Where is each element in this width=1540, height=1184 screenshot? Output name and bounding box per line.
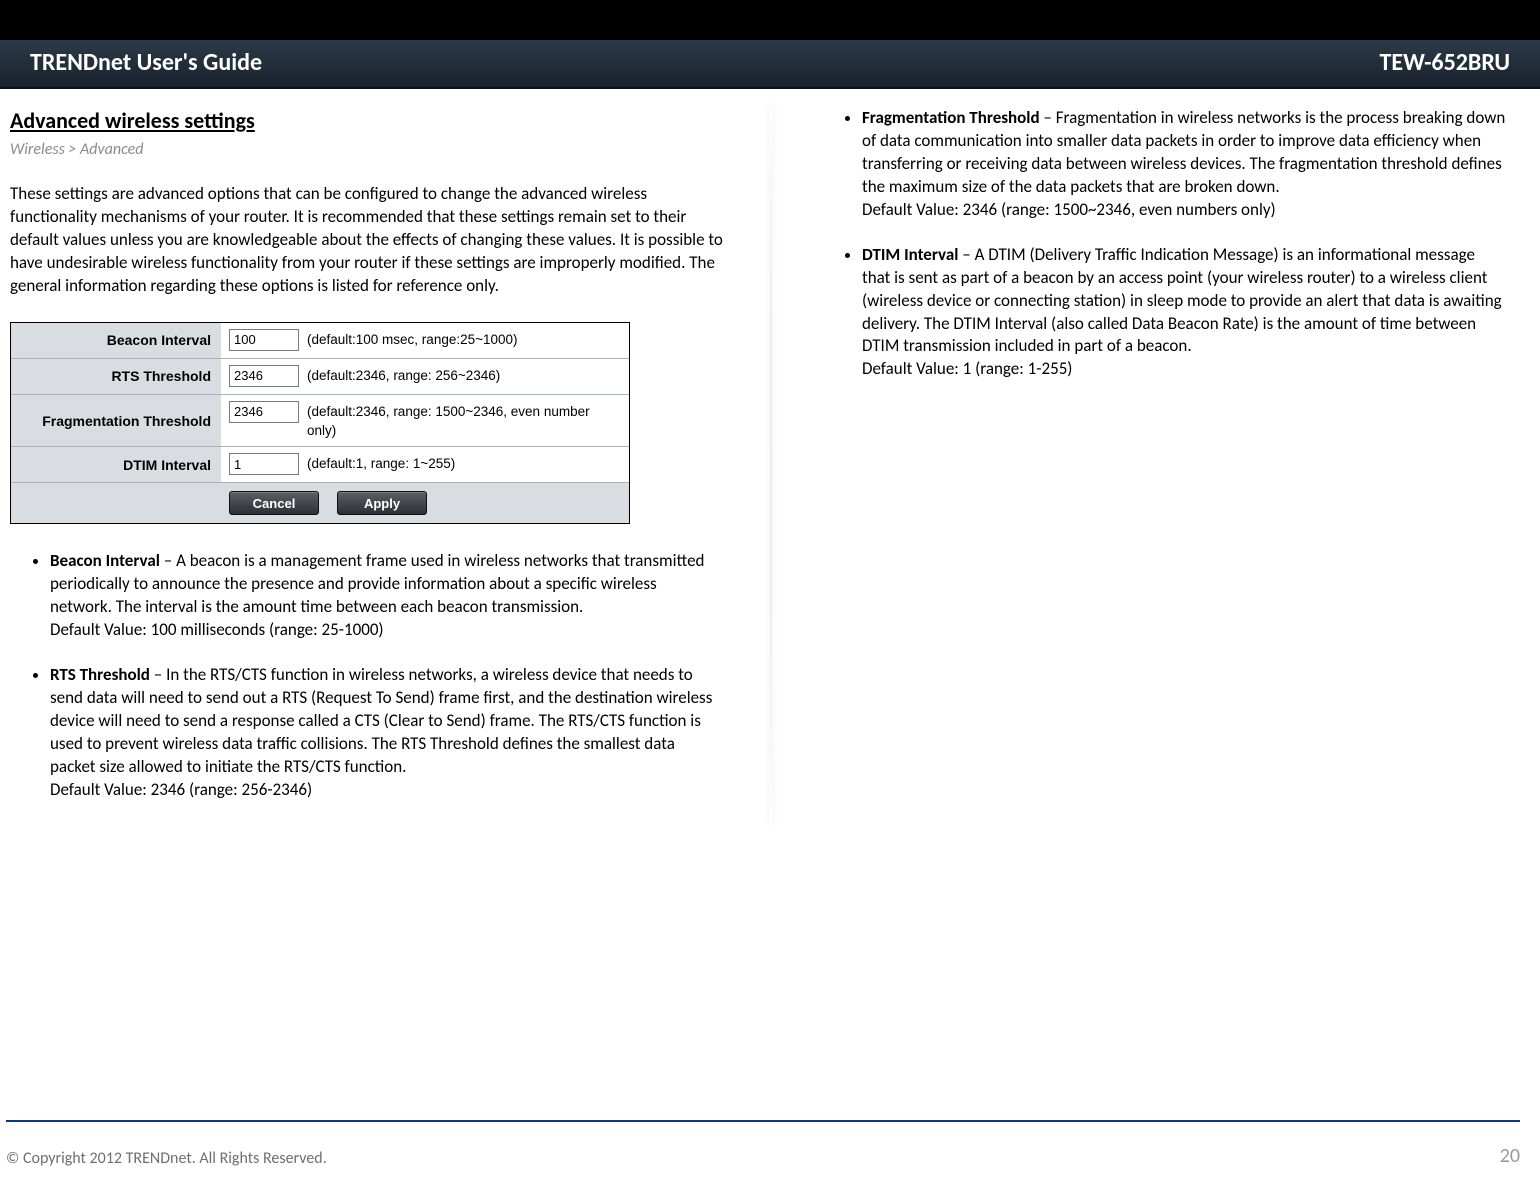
label-dtim-interval: DTIM Interval xyxy=(11,447,221,482)
hint-dtim-interval: (default:1, range: 1~255) xyxy=(307,453,455,474)
default-dtim-interval: Default Value: 1 (range: 1-255) xyxy=(862,358,1506,381)
row-fragmentation-threshold: Fragmentation Threshold (default:2346, r… xyxy=(11,395,629,448)
settings-panel: Beacon Interval (default:100 msec, range… xyxy=(10,322,630,525)
term-dtim-interval: DTIM Interval xyxy=(862,244,958,265)
input-fragmentation-threshold[interactable] xyxy=(229,401,299,423)
cancel-button[interactable]: Cancel xyxy=(229,491,319,515)
left-bullets: Beacon Interval – A beacon is a manageme… xyxy=(10,550,726,801)
bullet-beacon-interval: Beacon Interval – A beacon is a manageme… xyxy=(50,550,726,642)
label-beacon-interval: Beacon Interval xyxy=(11,323,221,358)
copyright: © Copyright 2012 TRENDnet. All Rights Re… xyxy=(6,1149,327,1168)
term-beacon-interval: Beacon Interval xyxy=(50,550,160,571)
input-beacon-interval[interactable] xyxy=(229,329,299,351)
text-dtim-interval: – A DTIM (Delivery Traffic Indication Me… xyxy=(862,244,1502,357)
doc-header: TRENDnet User's Guide TEW-652BRU xyxy=(0,40,1540,89)
apply-button[interactable]: Apply xyxy=(337,491,427,515)
hint-rts-threshold: (default:2346, range: 256~2346) xyxy=(307,365,500,386)
hint-fragmentation-threshold: (default:2346, range: 1500~2346, even nu… xyxy=(307,401,621,441)
text-rts-threshold: – In the RTS/CTS function in wireless ne… xyxy=(50,664,712,777)
intro-paragraph: These settings are advanced options that… xyxy=(10,183,726,298)
term-rts-threshold: RTS Threshold xyxy=(50,664,150,685)
doc-model: TEW-652BRU xyxy=(1380,48,1511,77)
default-beacon-interval: Default Value: 100 milliseconds (range: … xyxy=(50,619,722,642)
page-number: 20 xyxy=(1500,1144,1520,1168)
right-bullets: Fragmentation Threshold – Fragmentation … xyxy=(822,107,1510,381)
label-rts-threshold: RTS Threshold xyxy=(11,359,221,394)
section-title: Advanced wireless settings xyxy=(10,107,726,134)
default-fragmentation-threshold: Default Value: 2346 (range: 1500~2346, e… xyxy=(862,199,1506,222)
doc-title: TRENDnet User's Guide xyxy=(30,48,262,77)
row-beacon-interval: Beacon Interval (default:100 msec, range… xyxy=(11,323,629,359)
bullet-dtim-interval: DTIM Interval – A DTIM (Delivery Traffic… xyxy=(862,244,1510,382)
input-dtim-interval[interactable] xyxy=(229,453,299,475)
row-dtim-interval: DTIM Interval (default:1, range: 1~255) xyxy=(11,447,629,483)
default-rts-threshold: Default Value: 2346 (range: 256-2346) xyxy=(50,779,722,802)
window-top-border xyxy=(0,0,1540,40)
footer-rule xyxy=(6,1120,1520,1122)
bullet-rts-threshold: RTS Threshold – In the RTS/CTS function … xyxy=(50,664,726,802)
left-column: Advanced wireless settings Wireless > Ad… xyxy=(4,107,762,824)
label-fragmentation-threshold: Fragmentation Threshold xyxy=(11,395,221,447)
right-column: Fragmentation Threshold – Fragmentation … xyxy=(762,107,1520,824)
bullet-fragmentation-threshold: Fragmentation Threshold – Fragmentation … xyxy=(862,107,1510,222)
hint-beacon-interval: (default:100 msec, range:25~1000) xyxy=(307,329,518,350)
breadcrumb: Wireless > Advanced xyxy=(10,140,726,159)
footer: © Copyright 2012 TRENDnet. All Rights Re… xyxy=(6,1144,1520,1168)
row-buttons: Cancel Apply xyxy=(11,483,629,523)
term-fragmentation-threshold: Fragmentation Threshold xyxy=(862,107,1040,128)
row-rts-threshold: RTS Threshold (default:2346, range: 256~… xyxy=(11,359,629,395)
input-rts-threshold[interactable] xyxy=(229,365,299,387)
